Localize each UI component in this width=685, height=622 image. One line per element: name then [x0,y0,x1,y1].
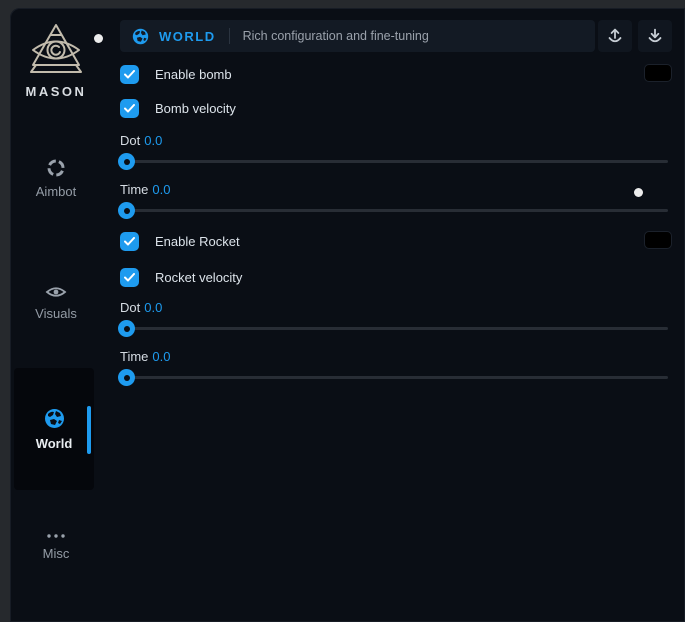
sidebar-item-label: Visuals [35,306,77,321]
slider-name: Time [120,349,148,364]
checkbox-label: Enable Rocket [155,234,240,249]
slider-value: 0.0 [152,182,170,197]
sidebar-item-label: Aimbot [36,184,76,199]
rocket-color-swatch[interactable] [644,231,672,249]
time-slider-track[interactable] [120,376,668,379]
upload-config-button[interactable] [598,20,632,52]
check-icon [124,273,135,282]
rocket-velocity-checkbox[interactable] [120,268,139,287]
check-icon [124,104,135,113]
sidebar-item-label: World [36,436,73,451]
time-slider-track[interactable] [120,209,668,212]
brand-name: MASON [10,84,102,99]
dot-slider-track[interactable] [120,327,668,330]
header-divider [229,28,230,44]
upload-icon [606,27,624,45]
slider-name: Dot [120,133,140,148]
sidebar-item-misc[interactable]: Misc [10,532,102,561]
sidebar-item-visuals[interactable]: Visuals [10,284,102,321]
slider-label: Time 0.0 [120,349,170,364]
globe-icon [132,28,149,45]
check-icon [124,237,135,246]
active-tab-indicator [87,406,91,454]
page-subtitle: Rich configuration and fine-tuning [243,29,429,43]
slider-value: 0.0 [152,349,170,364]
globe-icon [44,408,65,429]
checkbox-label: Rocket velocity [155,270,242,285]
time-slider-knob[interactable] [118,369,135,386]
checkbox-row-enable-rocket: Enable Rocket [120,232,240,251]
checkbox-row-rocket-velocity: Rocket velocity [120,268,242,287]
sidebar: MASON Aimbot Visuals [10,8,112,622]
eye-icon [45,284,67,300]
slider-label: Dot 0.0 [120,133,162,148]
check-icon [124,70,135,79]
download-config-button[interactable] [638,20,672,52]
desktop-background: MASON Aimbot Visuals [0,0,685,622]
page-title: WORLD [159,29,216,44]
page-header: WORLD Rich configuration and fine-tuning [120,20,595,52]
download-icon [646,27,664,45]
eye-pyramid-icon [26,22,86,78]
checkbox-row-enable-bomb: Enable bomb [120,65,232,84]
enable-rocket-checkbox[interactable] [120,232,139,251]
crosshair-icon [46,158,66,178]
dot-slider-track[interactable] [120,160,668,163]
enable-bomb-checkbox[interactable] [120,65,139,84]
bomb-color-swatch[interactable] [644,64,672,82]
sidebar-item-label: Misc [43,546,70,561]
sidebar-item-world[interactable]: World [14,368,94,490]
slider-name: Dot [120,300,140,315]
overlay-dot [634,188,643,197]
time-slider-knob[interactable] [118,202,135,219]
slider-name: Time [120,182,148,197]
checkbox-label: Enable bomb [155,67,232,82]
slider-label: Time 0.0 [120,182,170,197]
brand-logo: MASON [10,22,102,99]
slider-label: Dot 0.0 [120,300,162,315]
overlay-dot [94,34,103,43]
dot-slider-knob[interactable] [118,153,135,170]
dot-slider-knob[interactable] [118,320,135,337]
ellipsis-icon [45,532,67,540]
bomb-velocity-checkbox[interactable] [120,99,139,118]
cheat-menu-window: MASON Aimbot Visuals [10,8,685,622]
slider-value: 0.0 [144,300,162,315]
slider-value: 0.0 [144,133,162,148]
sidebar-item-aimbot[interactable]: Aimbot [10,158,102,199]
checkbox-row-bomb-velocity: Bomb velocity [120,99,236,118]
checkbox-label: Bomb velocity [155,101,236,116]
